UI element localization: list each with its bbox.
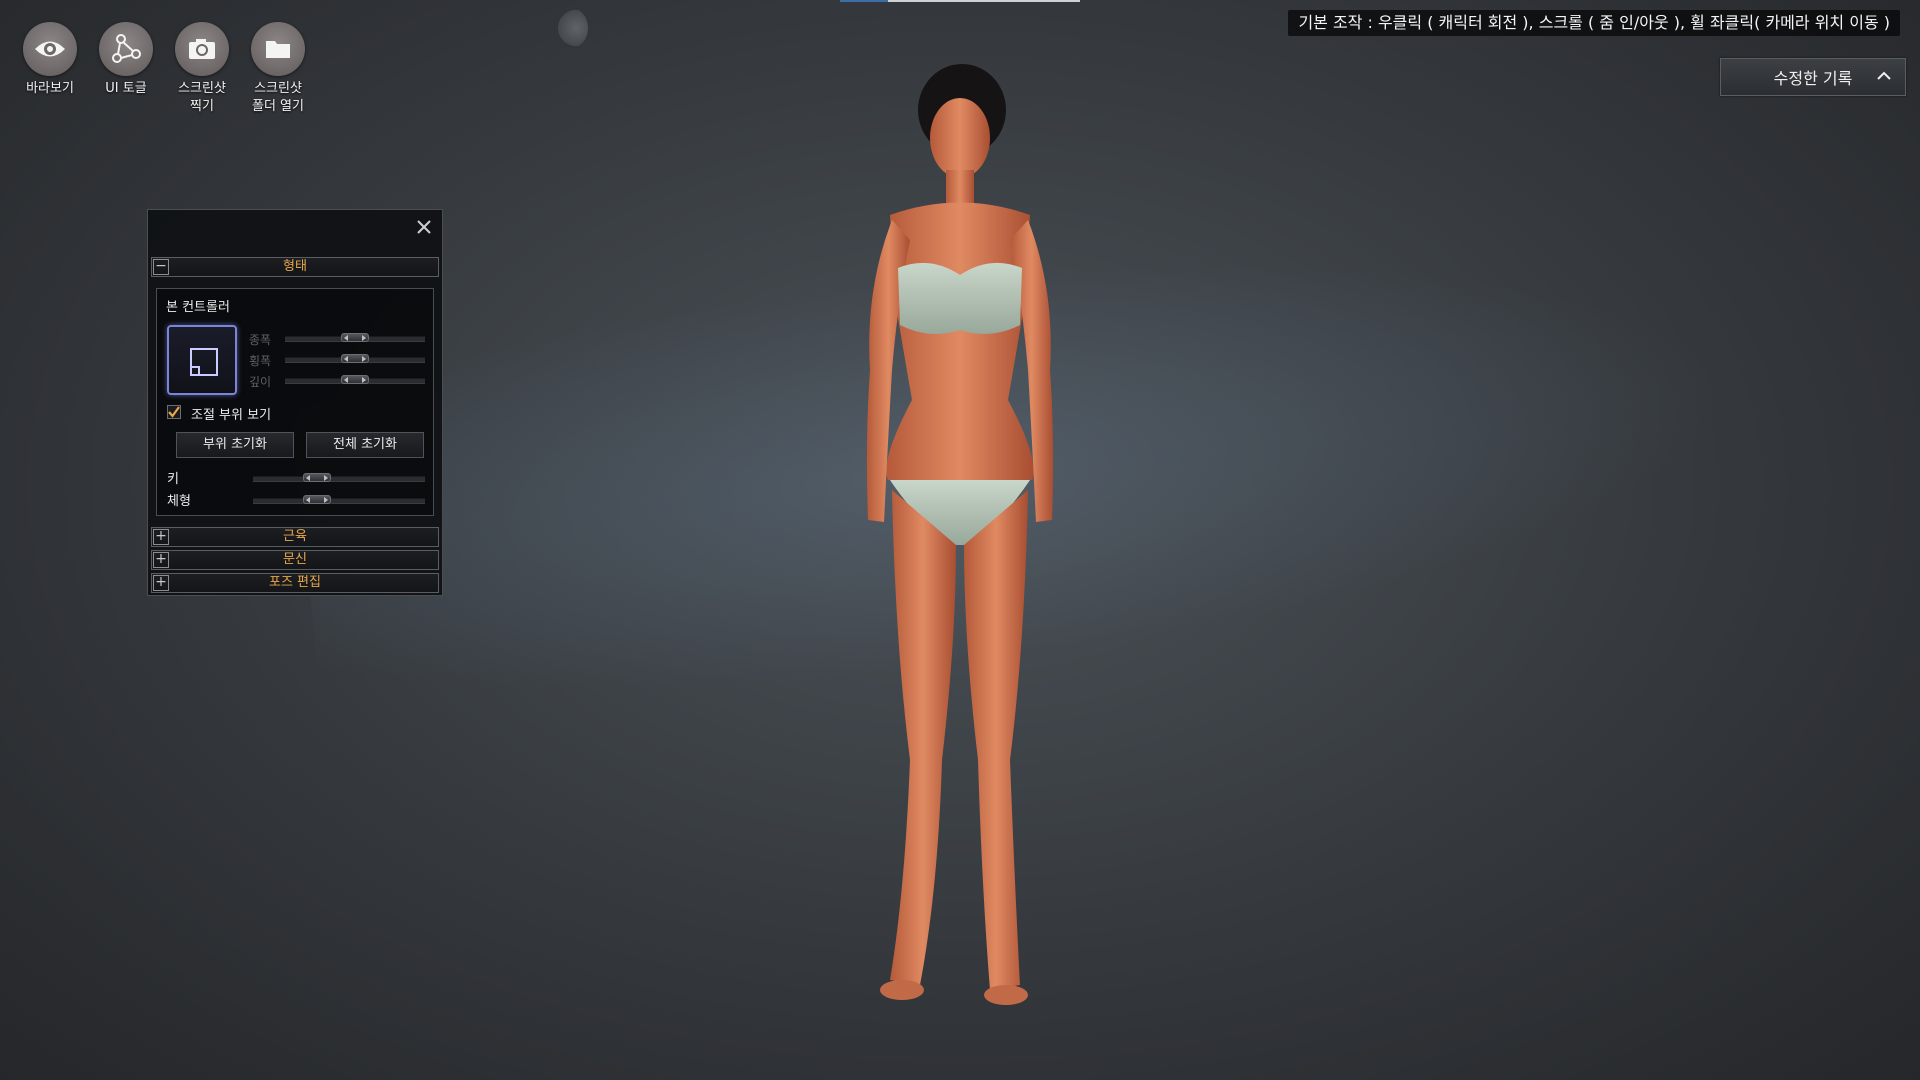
section-tattoo-header[interactable]: + 문신 xyxy=(151,550,439,570)
slider-depth[interactable]: 깊이 xyxy=(249,373,425,389)
screenshot-label: 스크린샷 찍기 xyxy=(178,81,226,114)
chevron-up-icon xyxy=(1877,71,1891,80)
slider-track xyxy=(285,333,425,342)
collapse-icon: − xyxy=(153,259,169,275)
slider-length[interactable]: 종폭 xyxy=(249,331,425,347)
edit-history-button[interactable]: 수정한 기록 xyxy=(1720,58,1906,96)
section-muscle-label: 근육 xyxy=(283,529,307,544)
slider-width-label: 횡폭 xyxy=(249,354,272,368)
slider-thumb[interactable] xyxy=(341,333,369,342)
ui-toggle-label: UI 토글 xyxy=(105,81,147,96)
look-at-label: 바라보기 xyxy=(26,81,74,96)
nodes-icon xyxy=(99,22,153,76)
slider-width[interactable]: 횡폭 xyxy=(249,352,425,368)
body-type-label: 체형 xyxy=(167,494,191,509)
open-screenshot-folder-button[interactable]: 스크린샷 폴더 열기 xyxy=(248,22,308,116)
slider-track xyxy=(285,354,425,363)
slider-depth-label: 깊이 xyxy=(249,375,272,389)
eye-icon xyxy=(23,22,77,76)
section-shape-header[interactable]: − 형태 xyxy=(151,257,439,277)
show-parts-label: 조절 부위 보기 xyxy=(191,408,272,423)
controls-hint: 기본 조작 : 우클릭 ( 캐릭터 회전 ), 스크롤 ( 줌 인/아웃 ), … xyxy=(1288,10,1900,36)
slider-thumb[interactable] xyxy=(341,354,369,363)
slider-thumb[interactable] xyxy=(303,473,331,482)
section-pose-label: 포즈 편집 xyxy=(269,575,321,590)
bone-selector-icon[interactable] xyxy=(167,325,237,395)
slider-thumb[interactable] xyxy=(341,375,369,384)
reset-all-button[interactable]: 전체 초기화 xyxy=(306,432,424,458)
edit-history-label: 수정한 기록 xyxy=(1773,69,1853,88)
customization-panel: − 형태 본 컨트롤러 종폭 횡폭 깊이 조절 부위 보기 부위 초기화 전체 … xyxy=(147,209,443,596)
look-at-button[interactable]: 바라보기 xyxy=(20,22,80,116)
bone-controller-title: 본 컨트롤러 xyxy=(166,300,230,315)
expand-icon: + xyxy=(153,552,169,568)
screenshot-button[interactable]: 스크린샷 찍기 xyxy=(172,22,232,116)
slider-track xyxy=(253,473,425,482)
character-model[interactable] xyxy=(770,40,1100,1080)
section-pose-header[interactable]: + 포즈 편집 xyxy=(151,573,439,593)
bone-controller-panel: 본 컨트롤러 종폭 횡폭 깊이 조절 부위 보기 부위 초기화 전체 초기화 키 xyxy=(156,288,434,516)
height-label: 키 xyxy=(167,472,179,487)
top-progress-bar xyxy=(840,0,1080,2)
toolbar: 바라보기 UI 토글 스크린샷 찍기 스크린샷 폴더 열기 xyxy=(20,22,308,116)
slider-track xyxy=(285,375,425,384)
expand-icon: + xyxy=(153,575,169,591)
show-parts-checkbox[interactable] xyxy=(167,405,181,419)
slider-height[interactable] xyxy=(253,471,425,485)
slider-body-type[interactable] xyxy=(253,493,425,507)
expand-icon: + xyxy=(153,529,169,545)
reset-part-button[interactable]: 부위 초기화 xyxy=(176,432,294,458)
section-tattoo-label: 문신 xyxy=(283,552,307,567)
open-folder-label: 스크린샷 폴더 열기 xyxy=(252,81,304,114)
slider-length-label: 종폭 xyxy=(249,333,272,347)
slider-thumb[interactable] xyxy=(303,495,331,504)
camera-icon xyxy=(175,22,229,76)
section-shape-label: 형태 xyxy=(283,259,307,274)
close-icon[interactable] xyxy=(415,218,433,236)
slider-track xyxy=(253,495,425,504)
moon-decoration xyxy=(554,8,588,48)
folder-icon xyxy=(251,22,305,76)
ui-toggle-button[interactable]: UI 토글 xyxy=(96,22,156,116)
section-muscle-header[interactable]: + 근육 xyxy=(151,527,439,547)
